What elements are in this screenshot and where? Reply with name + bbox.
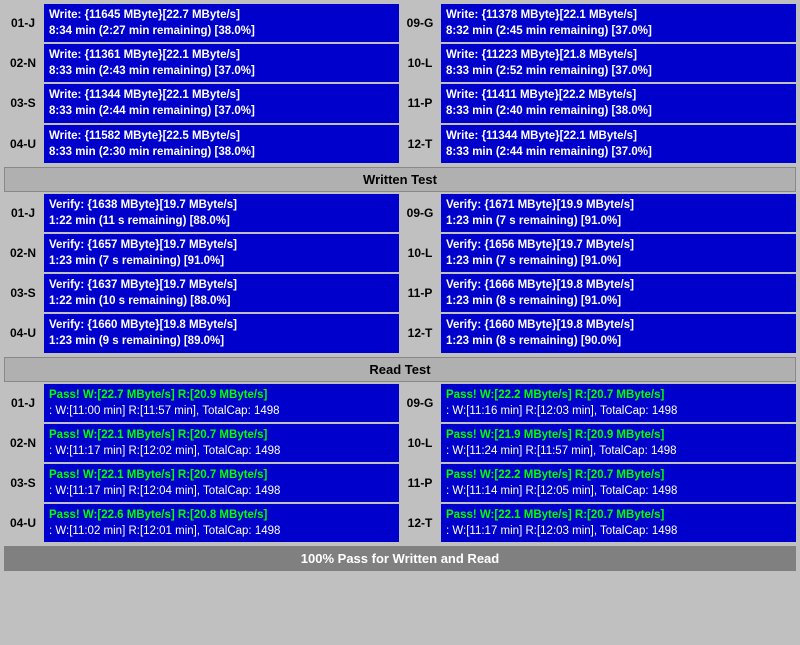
table-row: 01-JWrite: {11645 MByte}[22.7 MByte/s]8:…: [4, 4, 796, 42]
footer-status: 100% Pass for Written and Read: [4, 546, 796, 571]
table-row: 03-SPass! W:[22.1 MByte/s] R:[20.7 MByte…: [4, 464, 796, 502]
write-test-header: Written Test: [4, 167, 796, 192]
row-label-right: 10-L: [401, 44, 439, 82]
row-label-right: 11-P: [401, 464, 439, 502]
cell-left: Write: {11344 MByte}[22.1 MByte/s]8:33 m…: [44, 84, 399, 122]
cell-right: Pass! W:[22.2 MByte/s] R:[20.7 MByte/s]:…: [441, 384, 796, 422]
table-row: 04-UVerify: {1660 MByte}[19.8 MByte/s]1:…: [4, 314, 796, 352]
row-label-left: 04-U: [4, 314, 42, 352]
verify-section: 01-JVerify: {1638 MByte}[19.7 MByte/s]1:…: [4, 194, 796, 353]
row-label-left: 04-U: [4, 504, 42, 542]
cell-right: Pass! W:[22.1 MByte/s] R:[20.7 MByte/s]:…: [441, 504, 796, 542]
table-row: 02-NVerify: {1657 MByte}[19.7 MByte/s]1:…: [4, 234, 796, 272]
cell-right: Pass! W:[22.2 MByte/s] R:[20.7 MByte/s]:…: [441, 464, 796, 502]
row-label-right: 09-G: [401, 384, 439, 422]
table-row: 02-NWrite: {11361 MByte}[22.1 MByte/s]8:…: [4, 44, 796, 82]
table-row: 02-NPass! W:[22.1 MByte/s] R:[20.7 MByte…: [4, 424, 796, 462]
row-label-right: 10-L: [401, 234, 439, 272]
cell-left: Pass! W:[22.1 MByte/s] R:[20.7 MByte/s]:…: [44, 464, 399, 502]
cell-left: Verify: {1657 MByte}[19.7 MByte/s]1:23 m…: [44, 234, 399, 272]
row-label-left: 04-U: [4, 125, 42, 163]
row-label-right: 09-G: [401, 194, 439, 232]
cell-left: Verify: {1660 MByte}[19.8 MByte/s]1:23 m…: [44, 314, 399, 352]
cell-right: Write: {11344 MByte}[22.1 MByte/s]8:33 m…: [441, 125, 796, 163]
write-section: 01-JWrite: {11645 MByte}[22.7 MByte/s]8:…: [4, 4, 796, 163]
row-label-left: 01-J: [4, 194, 42, 232]
cell-right: Write: {11411 MByte}[22.2 MByte/s]8:33 m…: [441, 84, 796, 122]
cell-left: Write: {11645 MByte}[22.7 MByte/s]8:34 m…: [44, 4, 399, 42]
cell-left: Pass! W:[22.7 MByte/s] R:[20.9 MByte/s]:…: [44, 384, 399, 422]
cell-right: Pass! W:[21.9 MByte/s] R:[20.9 MByte/s]:…: [441, 424, 796, 462]
row-label-left: 01-J: [4, 384, 42, 422]
table-row: 04-UWrite: {11582 MByte}[22.5 MByte/s]8:…: [4, 125, 796, 163]
cell-right: Write: {11378 MByte}[22.1 MByte/s]8:32 m…: [441, 4, 796, 42]
cell-left: Pass! W:[22.6 MByte/s] R:[20.8 MByte/s]:…: [44, 504, 399, 542]
row-label-right: 12-T: [401, 125, 439, 163]
table-row: 01-JVerify: {1638 MByte}[19.7 MByte/s]1:…: [4, 194, 796, 232]
table-row: 03-SWrite: {11344 MByte}[22.1 MByte/s]8:…: [4, 84, 796, 122]
table-row: 01-JPass! W:[22.7 MByte/s] R:[20.9 MByte…: [4, 384, 796, 422]
row-label-right: 12-T: [401, 504, 439, 542]
cell-right: Verify: {1656 MByte}[19.7 MByte/s]1:23 m…: [441, 234, 796, 272]
row-label-right: 10-L: [401, 424, 439, 462]
cell-right: Verify: {1660 MByte}[19.8 MByte/s]1:23 m…: [441, 314, 796, 352]
row-label-right: 11-P: [401, 84, 439, 122]
cell-left: Verify: {1637 MByte}[19.7 MByte/s]1:22 m…: [44, 274, 399, 312]
cell-left: Write: {11582 MByte}[22.5 MByte/s]8:33 m…: [44, 125, 399, 163]
cell-left: Pass! W:[22.1 MByte/s] R:[20.7 MByte/s]:…: [44, 424, 399, 462]
row-label-left: 02-N: [4, 44, 42, 82]
row-label-left: 03-S: [4, 274, 42, 312]
cell-right: Verify: {1671 MByte}[19.9 MByte/s]1:23 m…: [441, 194, 796, 232]
row-label-left: 02-N: [4, 234, 42, 272]
row-label-left: 01-J: [4, 4, 42, 42]
row-label-left: 03-S: [4, 84, 42, 122]
row-label-right: 11-P: [401, 274, 439, 312]
cell-right: Write: {11223 MByte}[21.8 MByte/s]8:33 m…: [441, 44, 796, 82]
cell-right: Verify: {1666 MByte}[19.8 MByte/s]1:23 m…: [441, 274, 796, 312]
cell-left: Verify: {1638 MByte}[19.7 MByte/s]1:22 m…: [44, 194, 399, 232]
row-label-right: 09-G: [401, 4, 439, 42]
read-section: 01-JPass! W:[22.7 MByte/s] R:[20.9 MByte…: [4, 384, 796, 543]
row-label-left: 03-S: [4, 464, 42, 502]
table-row: 03-SVerify: {1637 MByte}[19.7 MByte/s]1:…: [4, 274, 796, 312]
cell-left: Write: {11361 MByte}[22.1 MByte/s]8:33 m…: [44, 44, 399, 82]
row-label-right: 12-T: [401, 314, 439, 352]
read-test-header: Read Test: [4, 357, 796, 382]
table-row: 04-UPass! W:[22.6 MByte/s] R:[20.8 MByte…: [4, 504, 796, 542]
main-container: 01-JWrite: {11645 MByte}[22.7 MByte/s]8:…: [0, 0, 800, 575]
row-label-left: 02-N: [4, 424, 42, 462]
